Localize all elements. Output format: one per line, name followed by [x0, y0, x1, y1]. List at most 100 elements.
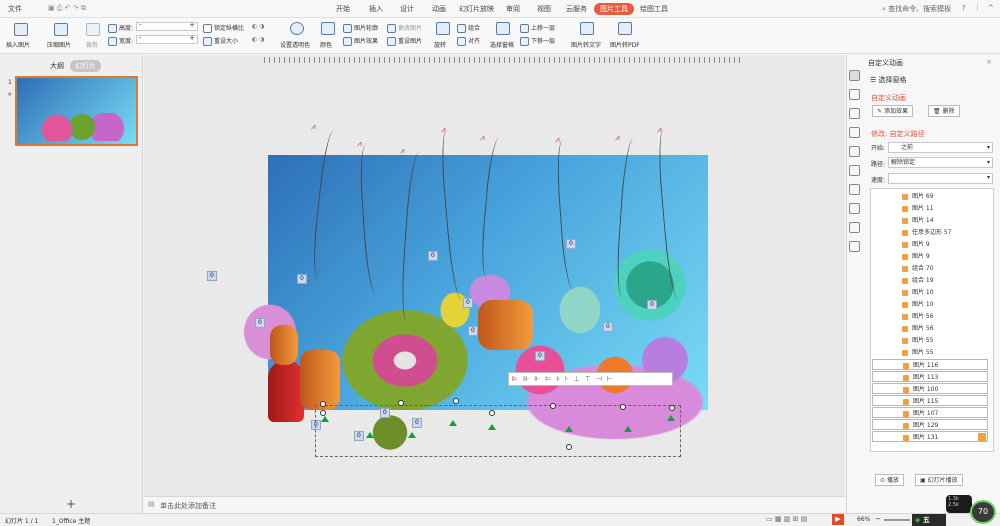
start-point-icon[interactable]	[624, 426, 632, 432]
tab-review[interactable]: 审阅	[506, 4, 520, 14]
width-field[interactable]: - +	[136, 34, 198, 44]
start-point-icon[interactable]	[321, 416, 329, 422]
resize-handle[interactable]	[398, 400, 404, 406]
slides-tab[interactable]: 幻灯片	[70, 60, 101, 72]
change-image-button[interactable]: 更改图片	[387, 23, 422, 33]
list-item[interactable]: 图片 9	[872, 239, 988, 251]
list-item[interactable]: 任意多边形 57	[872, 227, 988, 239]
tab-animation[interactable]: 动画	[432, 4, 446, 14]
tab-view[interactable]: 视图	[537, 4, 551, 14]
list-item[interactable]: 图片 10	[872, 299, 988, 311]
group-button[interactable]: 组合	[457, 23, 480, 33]
color-button[interactable]: 颜色	[320, 40, 332, 49]
bring-forward-button[interactable]: 上移一层	[520, 23, 555, 33]
path-end-marker-icon[interactable]: ⩘	[615, 134, 624, 142]
list-item[interactable]: 图片 56	[872, 323, 988, 335]
resize-handle[interactable]	[320, 401, 326, 407]
resize-handle[interactable]	[550, 403, 556, 409]
list-item[interactable]: 图片 55	[872, 335, 988, 347]
reset-image-button[interactable]: 重设图片	[387, 36, 422, 46]
list-item[interactable]: 图片 107	[872, 407, 988, 418]
help-icon[interactable]: ?	[962, 4, 966, 12]
minus-icon[interactable]: -	[139, 34, 142, 42]
selection-pane-button[interactable]: 选择窗格	[490, 40, 514, 49]
notes-placeholder[interactable]: 单击此处添加备注	[160, 501, 216, 511]
compress-button[interactable]: 压缩图片	[47, 40, 71, 49]
list-item[interactable]: 图片 56	[872, 311, 988, 323]
side-star-icon[interactable]	[849, 165, 860, 176]
list-item[interactable]: 图片 100	[872, 383, 988, 394]
effect-button[interactable]: 图片效果	[343, 36, 378, 46]
add-slide-icon[interactable]: +	[66, 497, 76, 511]
list-item[interactable]: 组合 70	[872, 263, 988, 275]
add-effect-button[interactable]: ✎ 添加效果	[872, 105, 913, 117]
tab-slideshow[interactable]: 幻灯片放映	[459, 4, 494, 14]
play-slideshow-icon[interactable]: ▶	[832, 514, 844, 525]
list-item[interactable]: 组合 19	[872, 275, 988, 287]
list-item[interactable]: 图片 55	[872, 347, 988, 359]
view-icons[interactable]: ▭ ▦ ▥ ⊞ ▤	[766, 515, 807, 523]
path-end-marker-icon[interactable]: ⩘	[555, 136, 564, 144]
outline-button[interactable]: 图片轮廓	[343, 23, 378, 33]
adjust-icons[interactable]: ◐ ◑	[252, 23, 264, 30]
delete-button[interactable]: 🗑 删除	[928, 105, 960, 117]
path-end-marker-icon[interactable]: ⩘	[657, 126, 666, 134]
animation-order-badge[interactable]: 0	[207, 271, 217, 281]
list-item[interactable]: 图片 116	[872, 359, 988, 370]
animation-order-badge[interactable]: 0	[297, 274, 307, 284]
dropdown-icon[interactable]	[978, 433, 986, 441]
list-item[interactable]: 图片 14	[872, 215, 988, 227]
minus-icon[interactable]: -	[139, 21, 142, 29]
side-transition-icon[interactable]	[849, 127, 860, 138]
slide-thumbnail[interactable]	[15, 76, 138, 146]
resize-handle[interactable]	[489, 410, 495, 416]
speed-select[interactable]: ▾	[888, 173, 993, 184]
outline-tab[interactable]: 大纲	[50, 61, 64, 71]
close-icon[interactable]: ×	[986, 58, 992, 66]
path-end-marker-icon[interactable]: ⩘	[311, 123, 320, 131]
lock-ratio-checkbox[interactable]: 锁定纵横比	[203, 23, 244, 33]
send-backward-button[interactable]: 下移一层	[520, 36, 555, 46]
animation-order-badge[interactable]: 0	[647, 300, 657, 310]
collapse-icon[interactable]: ^	[988, 4, 994, 12]
side-animation-icon[interactable]	[849, 70, 860, 81]
transparent-button[interactable]: 设置透明色	[280, 40, 310, 49]
resize-handle[interactable]	[566, 444, 572, 450]
to-pdf-button[interactable]: 图片转PDF	[610, 40, 640, 49]
floating-align-toolbar[interactable]: ⊫⊪⊩⊨⊧⊦⊥⊤⊣⊢	[508, 372, 673, 386]
select-pane-link[interactable]: ☰ 选择窗格	[870, 75, 907, 85]
tab-insert[interactable]: 插入	[369, 4, 383, 14]
insert-image-button[interactable]: 插入图片	[6, 40, 30, 49]
adjust-icons-2[interactable]: ◐ ◑	[252, 36, 264, 43]
path-end-marker-icon[interactable]: ⩘	[400, 147, 409, 155]
list-item[interactable]: 图片 10	[872, 287, 988, 299]
animation-order-badge[interactable]: 0	[566, 239, 576, 249]
tab-cloud[interactable]: 云服务	[566, 4, 587, 14]
height-field[interactable]: - +	[136, 21, 198, 31]
start-point-icon[interactable]	[366, 432, 374, 438]
animation-order-badge[interactable]: 0	[603, 322, 613, 332]
path-end-marker-icon[interactable]: ⩘	[441, 126, 450, 134]
zoom-slider[interactable]	[884, 519, 910, 521]
tab-drawing-tools[interactable]: 绘图工具	[640, 4, 668, 14]
align-button[interactable]: 对齐	[457, 36, 480, 46]
slideshow-button[interactable]: ▣ 幻灯片播放	[915, 474, 963, 486]
plus-icon[interactable]: +	[189, 34, 195, 42]
animation-order-badge[interactable]: 0	[463, 298, 473, 308]
start-point-icon[interactable]	[565, 426, 573, 432]
list-item[interactable]: 图片 113	[872, 371, 988, 382]
side-properties-icon[interactable]	[849, 146, 860, 157]
side-help-icon[interactable]	[849, 222, 860, 233]
animation-order-badge[interactable]: 0	[468, 326, 478, 336]
resize-handle[interactable]	[453, 398, 459, 404]
quick-access-icons[interactable]: ▣ ⎙ ↶ ↷ ⧉	[48, 4, 86, 13]
crop-button[interactable]: 裁剪	[86, 40, 98, 49]
animation-order-badge[interactable]: 0	[535, 351, 545, 361]
start-select[interactable]: 之前 ▾	[888, 142, 993, 153]
side-table-icon[interactable]	[849, 184, 860, 195]
tab-picture-tools[interactable]: 图片工具	[594, 3, 634, 15]
zoom-out-icon[interactable]: −	[875, 515, 881, 523]
list-item[interactable]: 图片 129	[872, 419, 988, 430]
start-point-icon[interactable]	[488, 424, 496, 430]
tab-design[interactable]: 设计	[400, 4, 414, 14]
